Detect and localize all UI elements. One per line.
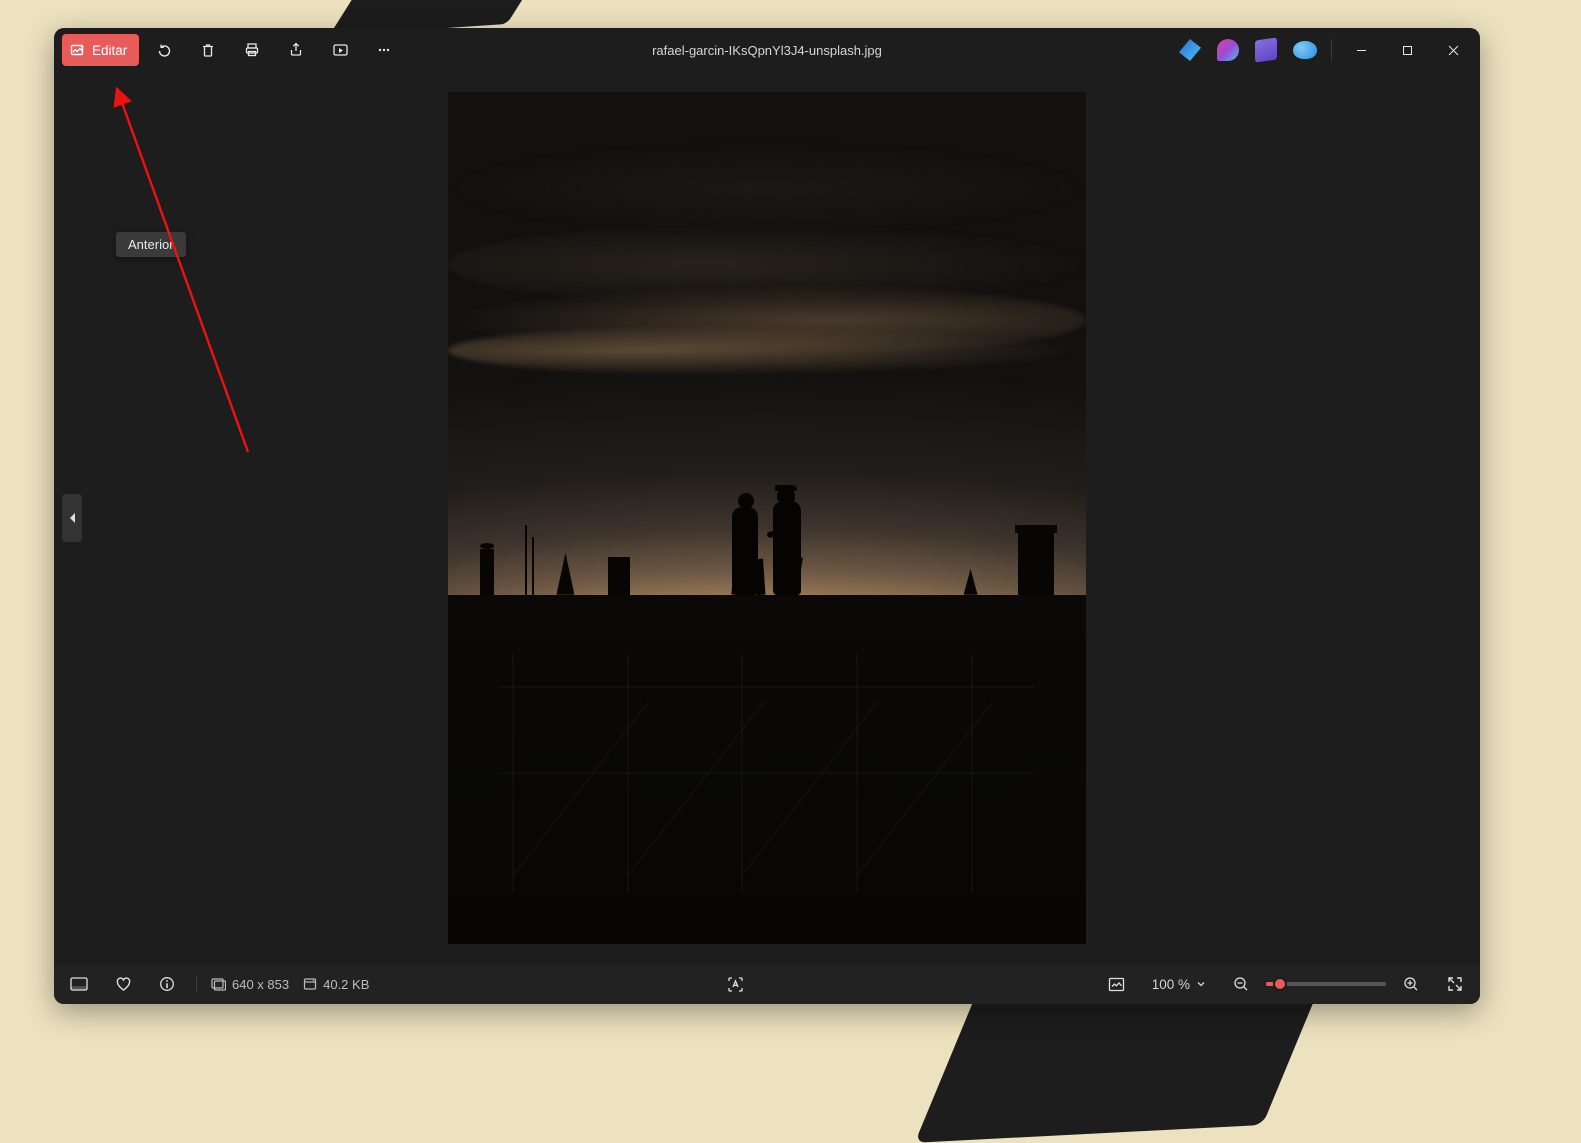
- maximize-icon: [1402, 45, 1413, 56]
- statusbar: 640 x 853 40.2 KB: [54, 964, 1480, 1004]
- zoom-slider[interactable]: [1266, 982, 1386, 986]
- favorite-button[interactable]: [108, 969, 138, 999]
- rotate-icon: [156, 42, 173, 59]
- displayed-image: [448, 92, 1086, 944]
- file-size: 40.2 KB: [303, 977, 369, 992]
- print-icon: [244, 42, 260, 58]
- more-button[interactable]: [365, 34, 403, 66]
- zoom-percent-dropdown[interactable]: 100 %: [1146, 973, 1212, 996]
- scan-text-icon: [727, 976, 744, 993]
- image-viewport: Anterior: [54, 72, 1480, 964]
- titlebar: Editar: [54, 28, 1480, 72]
- share-icon: [288, 42, 304, 58]
- dimensions-icon: [211, 977, 226, 991]
- share-button[interactable]: [277, 34, 315, 66]
- scan-text-button[interactable]: [721, 969, 751, 999]
- image-dimensions: 640 x 853: [211, 977, 289, 992]
- filmstrip-toggle-button[interactable]: [64, 969, 94, 999]
- fit-icon: [1108, 977, 1125, 992]
- photos-legacy-app-icon[interactable]: [1255, 37, 1277, 62]
- fullscreen-icon: [1447, 976, 1463, 992]
- slideshow-button[interactable]: [321, 34, 359, 66]
- file-info-button[interactable]: [152, 969, 182, 999]
- clipchamp-app-icon[interactable]: [1217, 39, 1239, 61]
- window-title: rafael-garcin-IKsQpnYl3J4-unsplash.jpg: [652, 43, 882, 58]
- filmstrip-icon: [70, 977, 88, 991]
- zoom-slider-thumb[interactable]: [1273, 977, 1287, 991]
- chevron-left-icon: [68, 512, 77, 524]
- previous-tooltip: Anterior: [116, 232, 186, 257]
- zoom-out-icon: [1233, 976, 1249, 992]
- filesize-value: 40.2 KB: [323, 977, 369, 992]
- zoom-value: 100 %: [1152, 977, 1190, 992]
- annotation-arrow: [54, 72, 354, 472]
- rotate-button[interactable]: [145, 34, 183, 66]
- close-icon: [1448, 45, 1459, 56]
- zoom-in-icon: [1403, 976, 1419, 992]
- designer-app-icon[interactable]: [1179, 39, 1201, 61]
- fit-to-window-button[interactable]: [1102, 969, 1132, 999]
- separator: [1331, 39, 1332, 61]
- info-icon: [159, 976, 175, 992]
- minimize-icon: [1356, 45, 1367, 56]
- more-icon: [376, 42, 392, 58]
- dimensions-value: 640 x 853: [232, 977, 289, 992]
- close-button[interactable]: [1430, 28, 1476, 72]
- chevron-down-icon: [1196, 979, 1206, 989]
- disk-icon: [303, 977, 317, 991]
- minimize-button[interactable]: [1338, 28, 1384, 72]
- previous-image-button[interactable]: [62, 494, 82, 542]
- zoom-out-button[interactable]: [1226, 969, 1256, 999]
- edit-button[interactable]: Editar: [62, 34, 139, 66]
- zoom-in-button[interactable]: [1396, 969, 1426, 999]
- print-button[interactable]: [233, 34, 271, 66]
- edit-icon: [70, 42, 86, 58]
- photos-app-window: Editar: [54, 28, 1480, 1004]
- separator: [196, 975, 197, 993]
- trash-icon: [200, 42, 216, 58]
- edit-label: Editar: [92, 43, 127, 58]
- delete-button[interactable]: [189, 34, 227, 66]
- heart-icon: [115, 976, 132, 993]
- maximize-button[interactable]: [1384, 28, 1430, 72]
- fullscreen-button[interactable]: [1440, 969, 1470, 999]
- slideshow-icon: [332, 42, 349, 59]
- onedrive-app-icon[interactable]: [1293, 41, 1317, 59]
